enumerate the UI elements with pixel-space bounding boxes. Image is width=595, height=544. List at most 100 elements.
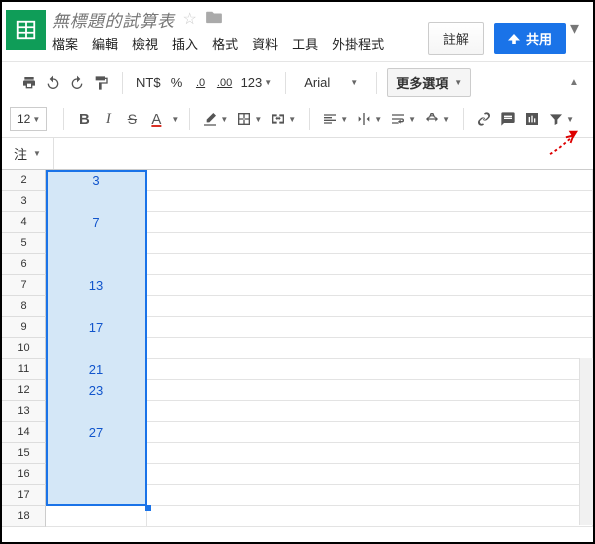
bold-button[interactable]: B xyxy=(73,107,95,131)
cell[interactable]: 27 xyxy=(46,422,147,443)
row-header[interactable]: 3 xyxy=(2,191,46,212)
cell[interactable] xyxy=(147,485,593,506)
row-header[interactable]: 17 xyxy=(2,485,46,506)
cell[interactable]: 21 xyxy=(46,359,147,380)
cell[interactable] xyxy=(147,401,593,422)
row-header[interactable]: 18 xyxy=(2,506,46,527)
star-icon[interactable]: ☆ xyxy=(183,9,197,29)
redo-icon[interactable] xyxy=(66,71,88,95)
more-options-button[interactable]: 更多選項▼ xyxy=(387,68,471,97)
cell[interactable] xyxy=(46,506,147,527)
cell[interactable] xyxy=(147,170,593,191)
cell[interactable] xyxy=(147,422,593,443)
cell[interactable] xyxy=(147,380,593,401)
row-header[interactable]: 8 xyxy=(2,296,46,317)
row-header[interactable]: 11 xyxy=(2,359,46,380)
text-color-button[interactable]: A xyxy=(145,107,167,131)
cell[interactable] xyxy=(46,464,147,485)
sheets-app-icon[interactable] xyxy=(6,10,46,50)
print-icon[interactable] xyxy=(18,71,40,95)
cell[interactable] xyxy=(46,443,147,464)
vertical-scrollbar[interactable] xyxy=(579,358,593,525)
cell[interactable]: 17 xyxy=(46,317,147,338)
cell[interactable] xyxy=(147,464,593,485)
cell[interactable] xyxy=(147,233,593,254)
menu-data[interactable]: 資料 xyxy=(252,34,278,53)
row-header[interactable]: 14 xyxy=(2,422,46,443)
italic-button[interactable]: I xyxy=(97,107,119,131)
toolbar-overflow-up-icon[interactable]: ▲ xyxy=(563,71,585,95)
cell[interactable] xyxy=(46,191,147,212)
document-title[interactable]: 無標題的試算表 xyxy=(52,7,175,32)
filter-icon[interactable]: ▼ xyxy=(545,107,577,131)
cell[interactable] xyxy=(147,275,593,296)
sheet-cells[interactable]: 3 7 13 17 2123 27 xyxy=(46,170,593,527)
borders-icon[interactable]: ▼ xyxy=(233,107,265,131)
row-header[interactable]: 9 xyxy=(2,317,46,338)
menu-file[interactable]: 檔案 xyxy=(52,34,78,53)
cell[interactable]: 13 xyxy=(46,275,147,296)
cell[interactable] xyxy=(46,296,147,317)
paint-format-icon[interactable] xyxy=(90,71,112,95)
format-percent-button[interactable]: % xyxy=(166,71,188,95)
cell[interactable] xyxy=(147,191,593,212)
share-button[interactable]: 共用 xyxy=(494,23,566,54)
menu-view[interactable]: 檢視 xyxy=(132,34,158,53)
insert-comment-icon[interactable] xyxy=(497,107,519,131)
cell[interactable]: 7 xyxy=(46,212,147,233)
menu-tools[interactable]: 工具 xyxy=(292,34,318,53)
cell[interactable] xyxy=(147,443,593,464)
cell[interactable] xyxy=(147,317,593,338)
font-family-dropdown[interactable]: Arial▼ xyxy=(296,71,366,95)
vertical-align-icon[interactable]: ▼ xyxy=(353,107,385,131)
row-header[interactable]: 12 xyxy=(2,380,46,401)
format-currency-button[interactable]: NT$ xyxy=(133,71,164,95)
row-header[interactable]: 10 xyxy=(2,338,46,359)
strikethrough-button[interactable]: S xyxy=(121,107,143,131)
chevron-down-icon[interactable]: ▼ xyxy=(171,115,179,124)
cell[interactable] xyxy=(46,401,147,422)
font-size-input[interactable]: 12 ▼ xyxy=(10,107,47,131)
cell[interactable] xyxy=(46,338,147,359)
folder-icon[interactable] xyxy=(205,10,223,29)
horizontal-align-icon[interactable]: ▼ xyxy=(319,107,351,131)
cell[interactable] xyxy=(147,359,593,380)
menu-format[interactable]: 格式 xyxy=(212,34,238,53)
cell[interactable] xyxy=(147,338,593,359)
menu-edit[interactable]: 編輯 xyxy=(92,34,118,53)
cell[interactable] xyxy=(147,506,593,527)
cell[interactable] xyxy=(46,254,147,275)
comments-button[interactable]: 註解 xyxy=(428,22,484,55)
cell[interactable]: 23 xyxy=(46,380,147,401)
overflow-menu-icon[interactable]: ▾ xyxy=(566,8,585,39)
row-header[interactable]: 5 xyxy=(2,233,46,254)
chevron-down-icon: ▼ xyxy=(374,115,382,124)
menu-addons[interactable]: 外掛程式 xyxy=(332,34,384,53)
cell[interactable] xyxy=(46,233,147,254)
row-header[interactable]: 13 xyxy=(2,401,46,422)
row-header[interactable]: 6 xyxy=(2,254,46,275)
chevron-down-icon: ▼ xyxy=(254,115,262,124)
row-header[interactable]: 2 xyxy=(2,170,46,191)
row-header[interactable]: 16 xyxy=(2,464,46,485)
merge-cells-icon[interactable]: ▼ xyxy=(267,107,299,131)
number-format-button[interactable]: 123▼ xyxy=(238,71,276,95)
undo-icon[interactable] xyxy=(42,71,64,95)
cell[interactable] xyxy=(46,485,147,506)
row-header[interactable]: 4 xyxy=(2,212,46,233)
cell[interactable] xyxy=(147,296,593,317)
row-header[interactable]: 15 xyxy=(2,443,46,464)
menu-insert[interactable]: 插入 xyxy=(172,34,198,53)
insert-chart-icon[interactable] xyxy=(521,107,543,131)
increase-decimal-button[interactable]: .00 xyxy=(214,71,236,95)
row-header[interactable]: 7 xyxy=(2,275,46,296)
decrease-decimal-button[interactable]: .0 xyxy=(190,71,212,95)
insert-link-icon[interactable] xyxy=(473,107,495,131)
fill-color-icon[interactable]: ▼ xyxy=(199,107,231,131)
cell[interactable] xyxy=(147,212,593,233)
text-rotation-icon[interactable]: ▼ xyxy=(421,107,453,131)
cell[interactable] xyxy=(147,254,593,275)
name-box[interactable]: 注 ▼ xyxy=(2,138,54,169)
cell[interactable]: 3 xyxy=(46,170,147,191)
text-wrap-icon[interactable]: ▼ xyxy=(387,107,419,131)
